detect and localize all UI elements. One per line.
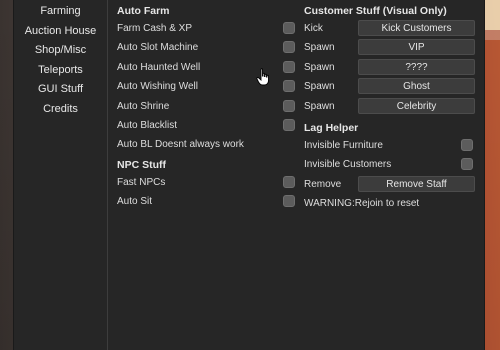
toggle-row-auto-shrine: Auto Shrine — [117, 97, 295, 116]
invisible-customers-checkbox[interactable] — [461, 158, 473, 171]
hand-cursor-icon — [256, 68, 269, 86]
toggle-label: Auto Wishing Well — [117, 81, 198, 93]
action-label: Kick — [304, 23, 323, 34]
auto-wishing-well-checkbox[interactable] — [283, 80, 295, 93]
action-row-kick: Kick Kick Customers — [304, 19, 479, 38]
toggle-row-fast-npcs: Fast NPCs — [117, 173, 295, 192]
section-title-lag-helper: Lag Helper — [304, 121, 359, 134]
toggle-row-auto-sit: Auto Sit — [117, 192, 295, 211]
auto-slot-machine-checkbox[interactable] — [283, 41, 295, 54]
toggle-label: Auto Blacklist — [117, 119, 178, 131]
sidebar-item-teleports[interactable]: Teleports — [14, 61, 107, 81]
invisible-furniture-checkbox[interactable] — [461, 138, 473, 151]
spawn-celebrity-button[interactable]: Celebrity — [358, 97, 475, 114]
toggle-row-invisible-customers: Invisible Customers — [304, 155, 479, 174]
sidebar-item-gui-stuff[interactable]: GUI Stuff — [14, 80, 107, 100]
exploit-gui-window: Farming Auction House Shop/Misc Teleport… — [14, 0, 484, 350]
note-auto-bl: Auto BL Doesnt always work — [117, 135, 295, 154]
toggle-label: Auto Sit — [117, 196, 153, 208]
action-row-remove: Remove Remove Staff — [304, 175, 479, 194]
sidebar: Farming Auction House Shop/Misc Teleport… — [14, 0, 108, 350]
warning-row: WARNING:Rejoin to reset — [304, 194, 479, 213]
left-column: Auto Farm Farm Cash & XP Auto Slot Machi… — [117, 0, 295, 212]
note-text: Auto BL Doesnt always work — [117, 139, 244, 151]
toggle-row-invisible-furniture: Invisible Furniture — [304, 136, 479, 155]
auto-haunted-well-checkbox[interactable] — [283, 60, 295, 73]
sidebar-item-credits[interactable]: Credits — [14, 100, 107, 120]
section-title-auto-farm: Auto Farm — [117, 5, 170, 17]
auto-blacklist-checkbox[interactable] — [283, 118, 295, 131]
farm-cash-xp-checkbox[interactable] — [283, 22, 295, 34]
sidebar-item-shop-misc[interactable]: Shop/Misc — [14, 41, 107, 61]
section-title-npc-stuff: NPC Stuff — [117, 158, 166, 171]
spawn-ghost-button[interactable]: Ghost — [358, 78, 475, 95]
sidebar-item-farming[interactable]: Farming — [14, 2, 107, 22]
warning-text: WARNING:Rejoin to reset — [304, 198, 420, 210]
toggle-label: Fast NPCs — [117, 176, 166, 188]
action-label: Remove — [304, 178, 342, 190]
action-label: Spawn — [304, 42, 335, 54]
action-label: Spawn — [304, 61, 335, 73]
auto-shrine-checkbox[interactable] — [283, 99, 295, 112]
action-row-spawn-celebrity: Spawn Celebrity — [304, 97, 479, 116]
action-row-spawn-ghost: Spawn Ghost — [304, 77, 479, 96]
toggle-label: Invisible Customers — [304, 159, 392, 171]
remove-staff-button[interactable]: Remove Staff — [358, 175, 475, 192]
action-row-spawn-vip: Spawn VIP — [304, 38, 479, 57]
action-label: Spawn — [304, 81, 335, 93]
action-label: Spawn — [304, 100, 335, 112]
spawn-unknown-button[interactable]: ???? — [358, 58, 475, 75]
sidebar-item-auction-house[interactable]: Auction House — [14, 22, 107, 42]
toggle-row-auto-blacklist: Auto Blacklist — [117, 116, 295, 135]
section-title-customer-stuff: Customer Stuff (Visual Only) — [304, 5, 447, 17]
toggle-label: Auto Shrine — [117, 100, 170, 112]
toggle-label: Invisible Furniture — [304, 139, 383, 151]
toggle-label: Farm Cash & XP — [117, 23, 193, 34]
action-row-spawn-unknown: Spawn ???? — [304, 58, 479, 77]
fast-npcs-checkbox[interactable] — [283, 175, 295, 188]
toggle-row-farm-cash-xp: Farm Cash & XP — [117, 19, 295, 38]
right-column: Customer Stuff (Visual Only) Kick Kick C… — [304, 0, 479, 214]
auto-sit-checkbox[interactable] — [283, 195, 295, 208]
toggle-row-auto-slot-machine: Auto Slot Machine — [117, 38, 295, 57]
kick-customers-button[interactable]: Kick Customers — [358, 20, 475, 36]
toggle-label: Auto Haunted Well — [117, 61, 201, 73]
toggle-label: Auto Slot Machine — [117, 42, 199, 54]
spawn-vip-button[interactable]: VIP — [358, 39, 475, 56]
